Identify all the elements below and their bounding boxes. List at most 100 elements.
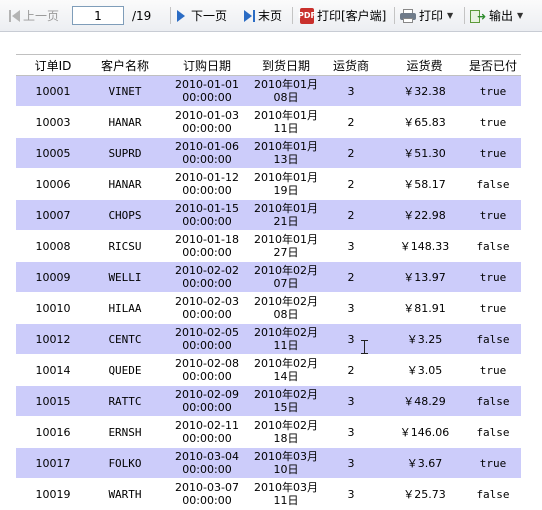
cell-shipper: 3 <box>318 447 384 479</box>
cell-arrive-date-text: 2010年01月 <box>254 140 318 153</box>
cell-freight-text: ￥25.73 <box>403 487 446 501</box>
print-client-button[interactable]: PDF 打印[客户端] <box>298 0 387 31</box>
cell-arrive-date-text: 15日 <box>273 401 299 414</box>
cell-arrive-date: 2010年02月 18日 <box>254 416 318 448</box>
cell-shipper: 2 <box>318 137 384 169</box>
first-bar-icon <box>9 9 11 22</box>
cell-shipper-text: 3 <box>347 425 355 439</box>
cell-arrive-date-text: 2010年01月 <box>254 109 318 122</box>
cell-paid: false <box>465 230 521 262</box>
cell-order-date-text: 00:00:00 <box>182 184 232 197</box>
cell-order-date-text: 2010-01-12 <box>175 171 239 184</box>
cell-shipper: 2 <box>318 168 384 200</box>
cell-arrive-date-text: 2010年01月 <box>254 171 318 184</box>
table-row: 10001 VINET 2010-01-01 00:00:00 2010年01月 08日 3… <box>16 75 521 107</box>
table-row: 10019 WARTH 2010-03-07 00:00:00 2010年03月 11日 3… <box>16 478 521 510</box>
cell-order-date: 2010-02-03 00:00:00 <box>160 292 254 324</box>
cell-customer-text: ERNSH <box>108 425 142 439</box>
cell-customer-text: WELLI <box>108 270 142 284</box>
cell-order-date: 2010-01-01 00:00:00 <box>160 75 254 107</box>
cell-customer-text: RICSU <box>108 239 142 253</box>
cell-order-date-text: 2010-03-04 <box>175 450 239 463</box>
cell-customer-text: CENTC <box>108 332 142 346</box>
cell-arrive-date-text: 21日 <box>273 215 299 228</box>
cell-order-id-text: 10014 <box>35 363 71 377</box>
last-page-label: 末页 <box>258 9 283 23</box>
cell-arrive-date-text: 2010年02月 <box>254 419 318 432</box>
table-row: 10012 CENTC 2010-02-05 00:00:00 2010年02月 11日 3… <box>16 323 521 355</box>
cell-freight-text: ￥48.29 <box>403 394 446 408</box>
cell-customer: HILAA <box>90 292 160 324</box>
table-row: 10014 QUEDE 2010-02-08 00:00:00 2010年02月 14日 2… <box>16 354 521 386</box>
column-header-arrive-date: 到货日期 <box>254 54 318 76</box>
prev-page-button[interactable]: 上一页 <box>8 0 59 31</box>
cell-order-id-text: 10007 <box>35 208 71 222</box>
cell-shipper-text: 3 <box>347 487 355 501</box>
cell-customer: QUEDE <box>90 354 160 386</box>
cell-order-id-text: 10009 <box>35 270 71 284</box>
table-row: 10006 HANAR 2010-01-12 00:00:00 2010年01月 19日 2… <box>16 168 521 200</box>
cell-arrive-date-text: 2010年02月 <box>254 326 318 339</box>
print-client-label: 打印[客户端] <box>317 9 387 23</box>
cell-freight: ￥3.05 <box>384 354 465 386</box>
cell-arrive-date-text: 19日 <box>273 184 299 197</box>
cell-customer-text: CHOPS <box>108 208 142 222</box>
print-button[interactable]: 打印 ▼ <box>400 0 453 31</box>
cell-customer-text: HANAR <box>108 115 142 129</box>
cell-order-id: 10009 <box>16 261 90 293</box>
cell-arrive-date-text: 2010年02月 <box>254 357 318 370</box>
cell-shipper: 3 <box>318 230 384 262</box>
cell-customer: VINET <box>90 75 160 107</box>
page-number-input[interactable] <box>72 6 124 25</box>
cell-customer: WARTH <box>90 478 160 510</box>
cell-paid: true <box>465 292 521 324</box>
cell-order-date-text: 2010-01-15 <box>175 202 239 215</box>
orders-table: 订单ID 客户名称 订购日期 到货日期 运货商 运货费 是否已付 10001 VI… <box>16 54 521 510</box>
export-button[interactable]: ➜ 输出 ▼ <box>470 0 523 31</box>
column-header-order-date: 订购日期 <box>160 54 254 76</box>
cell-freight-text: ￥146.06 <box>399 425 450 439</box>
cell-order-id: 10014 <box>16 354 90 386</box>
cell-order-id: 10006 <box>16 168 90 200</box>
cell-freight: ￥32.38 <box>384 75 465 107</box>
cell-order-date-text: 2010-02-05 <box>175 326 239 339</box>
cell-arrive-date: 2010年01月 11日 <box>254 106 318 138</box>
cell-arrive-date-text: 2010年02月 <box>254 388 318 401</box>
cell-order-id-text: 10016 <box>35 425 71 439</box>
cell-order-date: 2010-01-18 00:00:00 <box>160 230 254 262</box>
table-row: 10010 HILAA 2010-02-03 00:00:00 2010年02月 08日 3… <box>16 292 521 324</box>
cell-order-date-text: 00:00:00 <box>182 370 232 383</box>
cell-order-date-text: 2010-01-01 <box>175 78 239 91</box>
cell-customer: RICSU <box>90 230 160 262</box>
cell-customer: WELLI <box>90 261 160 293</box>
cell-order-id-text: 10015 <box>35 394 71 408</box>
cell-shipper: 3 <box>318 385 384 417</box>
cell-paid-text: true <box>479 456 507 470</box>
cell-paid: true <box>465 261 521 293</box>
cell-freight-text: ￥32.38 <box>403 84 446 98</box>
cell-freight: ￥3.25 <box>384 323 465 355</box>
table-row: 10008 RICSU 2010-01-18 00:00:00 2010年01月 27日 3… <box>16 230 521 262</box>
cell-order-date: 2010-02-08 00:00:00 <box>160 354 254 386</box>
cell-order-date-text: 00:00:00 <box>182 277 232 290</box>
cell-customer: RATTC <box>90 385 160 417</box>
cell-freight-text: ￥65.83 <box>403 115 446 129</box>
cell-arrive-date-text: 11日 <box>273 122 299 135</box>
cell-shipper-text: 3 <box>347 301 355 315</box>
cell-freight-text: ￥3.05 <box>406 363 443 377</box>
table-row: 10007 CHOPS 2010-01-15 00:00:00 2010年01月 21日 2… <box>16 199 521 231</box>
cell-order-id: 10001 <box>16 75 90 107</box>
cell-arrive-date-text: 2010年02月 <box>254 295 318 308</box>
next-page-button[interactable]: 下一页 <box>177 0 227 31</box>
cell-order-date-text: 2010-02-08 <box>175 357 239 370</box>
cell-order-date-text: 2010-02-03 <box>175 295 239 308</box>
table-header-row: 订单ID 客户名称 订购日期 到货日期 运货商 运货费 是否已付 <box>16 54 521 76</box>
cell-order-date-text: 2010-01-03 <box>175 109 239 122</box>
cell-order-id-text: 10008 <box>35 239 71 253</box>
cell-customer-text: SUPRD <box>108 146 142 160</box>
cell-paid-text: false <box>476 332 510 346</box>
last-page-button[interactable]: 末页 <box>244 0 282 31</box>
cell-shipper: 2 <box>318 354 384 386</box>
cell-freight: ￥146.06 <box>384 416 465 448</box>
cell-paid: true <box>465 137 521 169</box>
